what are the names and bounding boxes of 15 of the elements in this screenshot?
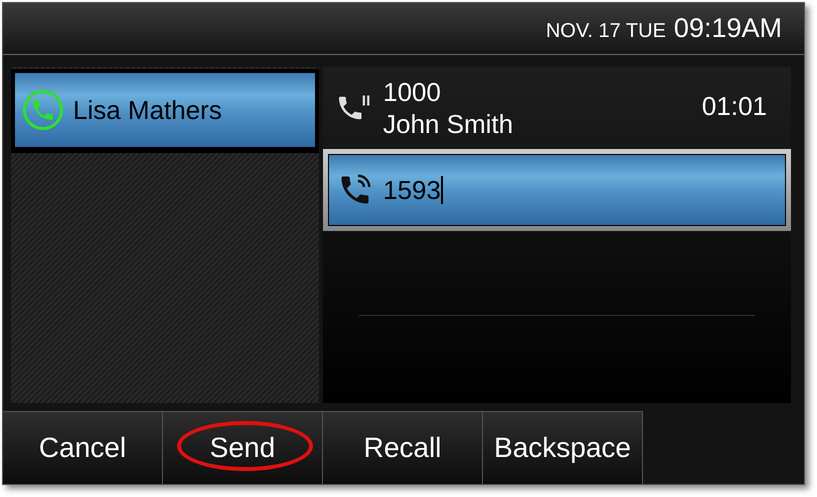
dial-row[interactable]: 1593: [323, 149, 791, 231]
softkey[interactable]: Send: [163, 411, 323, 484]
softkey[interactable]: Recall: [323, 411, 483, 484]
time-text: 09:19AM: [674, 12, 782, 46]
softkey[interactable]: Cancel: [3, 411, 163, 484]
caller-name: John Smith: [383, 108, 514, 140]
softkey[interactable]: Backspace: [483, 411, 643, 484]
text-cursor: [440, 176, 443, 204]
call-timer: 01:01: [702, 90, 767, 122]
call-number: 1000: [383, 76, 442, 108]
date-text: NOV. 17 TUE: [546, 18, 666, 44]
dialed-number: 1593: [383, 174, 441, 206]
phone-icon: [23, 90, 63, 130]
line-key[interactable]: Lisa Mathers: [15, 73, 315, 147]
call-row[interactable]: 1000 John Smith 01:01: [323, 67, 791, 149]
